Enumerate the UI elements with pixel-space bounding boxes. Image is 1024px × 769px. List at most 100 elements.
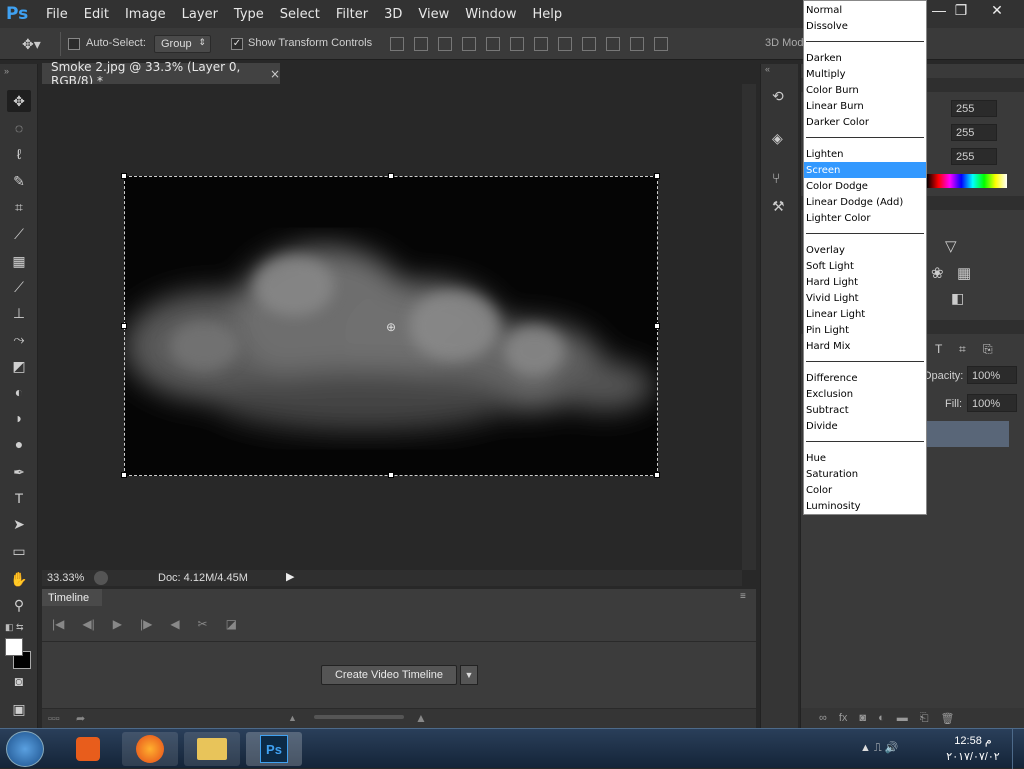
align-distribute-icon[interactable] [630,37,644,51]
menu-3d[interactable]: 3D [376,7,410,22]
previous-frame-icon[interactable]: ◀| [82,617,94,631]
panel-menu-icon[interactable]: ≡ [740,591,746,602]
channel-mixer-icon[interactable]: ❀ [931,264,944,282]
tray-icons[interactable]: ▲ ⎍ 🔊 [860,741,898,755]
blend-mode-color[interactable]: Color [804,482,926,498]
type-layer-filter-icon[interactable]: T [935,342,942,356]
pen-tool-icon[interactable]: ✒ [7,461,31,483]
blend-mode-normal[interactable]: Normal [804,2,926,18]
align-distribute-icon[interactable] [654,37,668,51]
create-video-timeline-button[interactable]: Create Video Timeline [321,665,457,685]
windows-start-button[interactable] [6,731,44,767]
zoom-level[interactable]: 33.33% [47,572,84,584]
blend-mode-hard-light[interactable]: Hard Light [804,274,926,290]
align-distribute-icon[interactable] [606,37,620,51]
menu-layer[interactable]: Layer [174,7,226,22]
smart-object-filter-icon[interactable]: ⎘ [983,342,993,357]
color-value-field[interactable]: 255 [951,124,997,141]
menu-select[interactable]: Select [272,7,328,22]
blend-mode-color-dodge[interactable]: Color Dodge [804,178,926,194]
next-frame-icon[interactable]: |▶ [140,617,152,631]
align-distribute-icon[interactable] [414,37,428,51]
paint-bucket-tool-icon[interactable]: ◐ [7,381,31,403]
blend-mode-difference[interactable]: Difference [804,370,926,386]
zoom-tool-icon[interactable]: ⚲ [7,594,31,616]
photoshop-taskbar-icon[interactable]: Ps [246,732,302,766]
zoom-out-icon[interactable]: ▲ [288,713,297,723]
brush-tool-icon[interactable]: ⟋ [7,276,31,298]
blend-mode-lighter-color[interactable]: Lighter Color [804,210,926,226]
clock-date[interactable]: ٢٠١٧/٠٧/٠٢ [940,750,1006,763]
menu-type[interactable]: Type [226,7,272,22]
auto-select-checkbox[interactable] [68,38,80,50]
align-distribute-icon[interactable] [438,37,452,51]
restore-button[interactable]: ❐ [946,0,976,20]
align-distribute-icon[interactable] [534,37,548,51]
adjustment-layer-icon[interactable]: ◐ [878,712,885,724]
screen-mode-icon[interactable]: ▣ [7,698,31,720]
transform-handle[interactable] [388,173,394,179]
audio-icon[interactable]: ◀ [170,617,179,631]
default-colors-icon[interactable]: ◧ ⇆ [5,622,24,633]
vertical-scrollbar[interactable] [742,84,756,570]
split-scissors-icon[interactable]: ✂ [198,617,208,631]
timeline-tab[interactable]: Timeline [42,589,102,606]
lasso-tool-icon[interactable]: ℓ [7,143,31,165]
transform-handle[interactable] [121,472,127,478]
levels-adjustment-icon[interactable]: ▽ [945,237,957,255]
file-explorer-taskbar-icon[interactable] [184,732,240,766]
opacity-field[interactable]: 100% [967,366,1017,384]
blend-mode-darken[interactable]: Darken [804,50,926,66]
transform-bounding-box[interactable]: ⊕ [121,173,660,478]
history-panel-icon[interactable]: ⟲ [772,88,784,105]
align-distribute-icon[interactable] [582,37,596,51]
blend-mode-linear-burn[interactable]: Linear Burn [804,98,926,114]
go-to-first-frame-icon[interactable]: |◀ [52,617,64,631]
move-tool-icon[interactable]: ✥ [7,90,31,112]
blend-mode-exclusion[interactable]: Exclusion [804,386,926,402]
dodge-tool-icon[interactable]: ● [7,433,31,455]
blend-mode-vivid-light[interactable]: Vivid Light [804,290,926,306]
blend-mode-lighten[interactable]: Lighten [804,146,926,162]
frame-animation-icon[interactable]: ▫▫▫ [48,713,60,725]
blend-mode-screen[interactable]: Screen [804,162,926,178]
add-mask-icon[interactable]: ◙ [859,712,866,724]
shape-layer-filter-icon[interactable]: ⌗ [959,342,966,357]
brush-presets-icon[interactable]: ⑂ [772,170,780,186]
rectangle-tool-icon[interactable]: ▭ [7,540,31,562]
zoom-in-icon[interactable]: ▲ [415,711,427,725]
blend-mode-saturation[interactable]: Saturation [804,466,926,482]
blend-mode-hard-mix[interactable]: Hard Mix [804,338,926,354]
blend-mode-overlay[interactable]: Overlay [804,242,926,258]
convert-icon[interactable]: ➦ [76,712,85,725]
blend-mode-hue[interactable]: Hue [804,450,926,466]
move-tool-preset-icon[interactable]: ✥▾ [22,36,41,53]
menu-edit[interactable]: Edit [76,7,117,22]
type-tool-icon[interactable]: T [7,487,31,509]
quick-selection-tool-icon[interactable]: ✎ [7,170,31,192]
show-transform-checkbox[interactable]: ✓ [231,38,243,50]
close-document-icon[interactable]: × [270,67,280,81]
align-distribute-icon[interactable] [558,37,572,51]
align-distribute-icon[interactable] [486,37,500,51]
transform-handle[interactable] [121,173,127,179]
menu-help[interactable]: Help [525,7,571,22]
foreground-color-swatch[interactable] [5,638,23,656]
blur-tool-icon[interactable]: ◗ [7,407,31,429]
eyedropper-tool-icon[interactable]: ⟋ [7,223,31,245]
auto-select-dropdown[interactable]: Group ⇕ [154,35,211,53]
color-lookup-icon[interactable]: ▦ [957,264,971,282]
reference-point-icon[interactable]: ⊕ [386,320,396,334]
menu-filter[interactable]: Filter [328,7,376,22]
new-group-icon[interactable]: ▬ [897,712,908,724]
gradient-map-icon[interactable]: ◧ [951,290,964,307]
menu-window[interactable]: Window [457,7,524,22]
close-button[interactable]: ✕ [980,0,1014,20]
3d-panel-icon[interactable]: ◈ [772,130,783,147]
blend-mode-luminosity[interactable]: Luminosity [804,498,926,514]
fill-field[interactable]: 100% [967,394,1017,412]
selected-layer-row[interactable] [927,421,1009,447]
blend-mode-divide[interactable]: Divide [804,418,926,434]
color-value-field[interactable]: 255 [951,100,997,117]
healing-brush-tool-icon[interactable]: ▦ [7,250,31,272]
